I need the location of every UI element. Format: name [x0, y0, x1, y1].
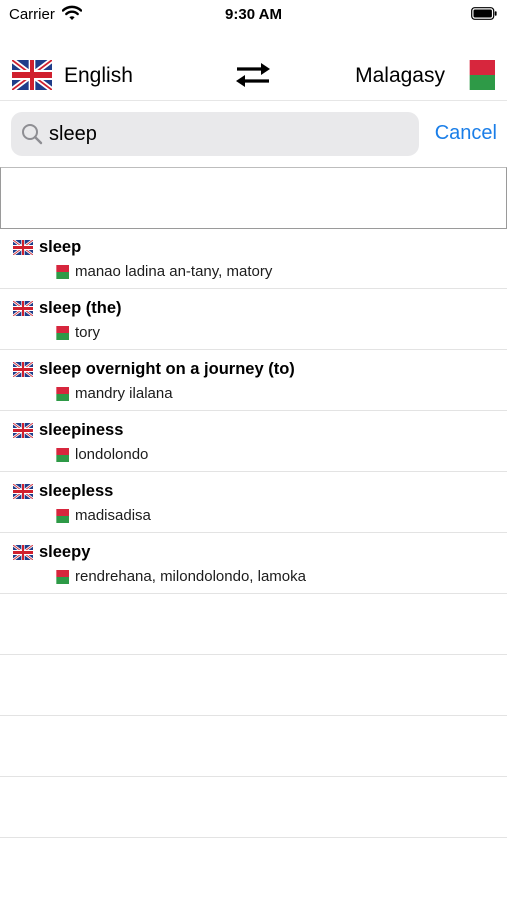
target-language-label[interactable]: Malagasy [355, 64, 445, 88]
search-input[interactable] [49, 112, 409, 156]
uk-flag-icon[interactable] [12, 60, 52, 90]
results-list: sleep manao ladina an-tany, matory sleep… [0, 228, 507, 838]
search-row: Cancel [0, 101, 507, 167]
result-headword: sleep [39, 238, 82, 256]
result-row[interactable]: sleep manao ladina an-tany, matory [0, 228, 507, 289]
result-headword: sleepless [39, 482, 114, 500]
madagascar-flag-icon [50, 570, 69, 584]
search-field[interactable] [11, 112, 419, 156]
empty-row [0, 716, 507, 777]
empty-row [0, 777, 507, 838]
result-translation: tory [75, 324, 101, 341]
madagascar-flag-icon [50, 265, 69, 279]
result-headword: sleepiness [39, 421, 124, 439]
uk-flag-icon [13, 362, 33, 377]
empty-row [0, 655, 507, 716]
source-language-label[interactable]: English [64, 64, 133, 88]
result-translation: manao ladina an-tany, matory [75, 263, 273, 280]
uk-flag-icon [13, 240, 33, 255]
result-translation: rendrehana, milondolondo, lamoka [75, 568, 306, 585]
clock: 9:30 AM [225, 6, 282, 23]
madagascar-flag-icon [50, 387, 69, 401]
madagascar-flag-icon [50, 326, 69, 340]
result-row[interactable]: sleepy rendrehana, milondolondo, lamoka [0, 533, 507, 594]
result-translation: mandry ilalana [75, 385, 173, 402]
empty-row [0, 594, 507, 655]
madagascar-flag-icon [50, 448, 69, 462]
uk-flag-icon [13, 484, 33, 499]
cancel-button[interactable]: Cancel [435, 122, 497, 145]
battery-icon [471, 7, 497, 20]
result-row[interactable]: sleep overnight on a journey (to) mandry… [0, 350, 507, 411]
uk-flag-icon [13, 301, 33, 316]
uk-flag-icon [13, 423, 33, 438]
swap-arrows-icon[interactable] [233, 61, 273, 89]
magnifier-icon [22, 124, 43, 145]
result-row[interactable]: sleepiness londolondo [0, 411, 507, 472]
result-headword: sleep overnight on a journey (to) [39, 360, 295, 378]
madagascar-flag-icon[interactable] [457, 60, 495, 90]
result-row[interactable]: sleepless madisadisa [0, 472, 507, 533]
result-row[interactable]: sleep (the) tory [0, 289, 507, 350]
status-bar: Carrier 9:30 AM [0, 0, 507, 30]
result-headword: sleep (the) [39, 299, 122, 317]
language-bar: English Malagasy [0, 50, 507, 101]
result-headword: sleepy [39, 543, 91, 561]
uk-flag-icon [13, 545, 33, 560]
ad-banner-area [0, 167, 507, 229]
result-translation: madisadisa [75, 507, 151, 524]
madagascar-flag-icon [50, 509, 69, 523]
result-translation: londolondo [75, 446, 149, 463]
